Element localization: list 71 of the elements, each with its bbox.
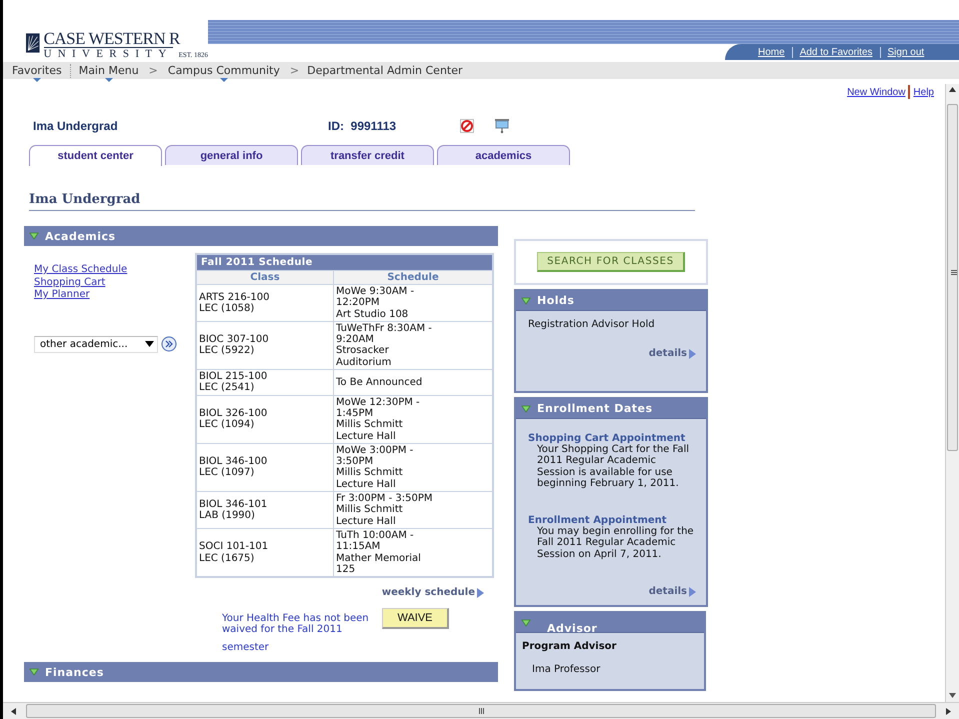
- header-link[interactable]: Home: [751, 46, 792, 58]
- scroll-right-icon: [946, 708, 951, 714]
- grip-icon: [951, 270, 957, 275]
- tab[interactable]: transfer credit: [301, 145, 434, 165]
- page-title: Ima Undergrad: [29, 192, 695, 211]
- tab[interactable]: academics: [437, 145, 570, 165]
- logo-subtitle: UNIVERSITY: [44, 47, 173, 60]
- breadcrumb-separator: >: [148, 64, 159, 77]
- table-cell: BIOL 215-100 LEC (2541): [196, 370, 334, 396]
- details-link[interactable]: details: [648, 586, 696, 598]
- table-cell: Fr 3:00PM - 3:50PM Millis Schmitt Lecture Hall: [334, 492, 493, 528]
- table-cell: BIOL 346-100 LEC (1097): [196, 443, 334, 492]
- pagelet-header[interactable]: Finances: [24, 662, 498, 682]
- health-fee-message: Your Health Fee has not been waived for the Fall 2011: [222, 613, 370, 636]
- dropdown-arrow-icon: [145, 341, 154, 347]
- health-fee-message: semester: [222, 642, 270, 654]
- column-header: Class: [196, 270, 334, 284]
- prohibited-icon[interactable]: [460, 119, 474, 133]
- appointment-text: You may begin enrolling for the Fall 2011 Regular Academic Session on April 7, 2011.: [537, 526, 695, 560]
- appointment-heading: Enrollment Appointment: [528, 515, 667, 526]
- nav-menu[interactable]: Main Menu: [76, 64, 141, 77]
- breadcrumb-separator: >: [288, 64, 300, 77]
- grip-icon: [478, 708, 484, 714]
- pagelet-header[interactable]: Academics: [24, 226, 498, 246]
- weekly-schedule-link[interactable]: weekly schedule: [382, 587, 484, 598]
- tab[interactable]: general info: [165, 145, 298, 165]
- column-header: Schedule: [334, 270, 493, 284]
- scroll-up-icon: [949, 87, 956, 92]
- details-link[interactable]: details: [648, 348, 696, 359]
- academics-link[interactable]: My Class Schedule: [34, 264, 195, 276]
- page-link[interactable]: Help: [913, 86, 934, 98]
- table-cell: MoWe 12:30PM - 1:45PM Millis Schmitt Lecture Hall: [334, 395, 493, 444]
- student-name: Ima Undergrad: [33, 119, 119, 133]
- table-cell: BIOL 346-101 LAB (1990): [196, 492, 334, 528]
- pagelet-header[interactable]: Advisor: [516, 613, 704, 634]
- scroll-down-icon: [949, 693, 956, 698]
- projector-screen-icon[interactable]: [494, 118, 510, 134]
- table-cell: MoWe 3:00PM - 3:50PM Millis Schmitt Lecture Hall: [334, 443, 493, 492]
- header-link[interactable]: Add to Favorites: [792, 46, 880, 58]
- breadcrumb-item[interactable]: Departmental Admin Center: [307, 64, 463, 77]
- dropdown-arrow-icon: [32, 78, 41, 82]
- academics-link[interactable]: Shopping Cart: [34, 276, 195, 289]
- table-cell: MoWe 9:30AM - 12:20PM Art Studio 108: [334, 284, 493, 322]
- header-link[interactable]: Sign out: [880, 46, 932, 58]
- tab[interactable]: student center: [29, 145, 162, 166]
- hold-item: Registration Advisor Hold: [528, 319, 656, 330]
- table-cell: ARTS 216-100 LEC (1058): [196, 284, 334, 322]
- appointment-heading: Shopping Cart Appointment: [528, 433, 686, 444]
- academics-dropdown[interactable]: other academic...: [34, 336, 158, 352]
- academics-link[interactable]: My Planner: [34, 289, 195, 302]
- advisor-name[interactable]: Ima Professor: [532, 664, 698, 676]
- pagelet-header[interactable]: Enrollment Dates: [516, 399, 706, 419]
- table-title: Fall 2011 Schedule: [196, 254, 493, 270]
- search-for-classes-button[interactable]: SEARCH FOR CLASSES: [537, 252, 685, 272]
- table-cell: BIOC 307-100 LEC (5922): [196, 321, 334, 370]
- logo-name: CASE WESTERN R: [44, 30, 182, 47]
- dropdown-arrow-icon: [220, 78, 228, 82]
- table-cell: BIOL 326-100 LEC (1094): [196, 395, 334, 444]
- vertical-scrollbar[interactable]: [945, 84, 959, 702]
- dropdown-arrow-icon: [104, 78, 113, 82]
- appointment-text: Your Shopping Cart for the Fall 2011 Regular Academic Session is available for use beginning February 1, 2011.: [537, 444, 690, 490]
- nav-menu[interactable]: Favorites: [10, 64, 64, 77]
- scroll-left-icon: [11, 708, 16, 714]
- go-icon[interactable]: [161, 336, 177, 352]
- page-link[interactable]: New Window: [847, 86, 906, 98]
- student-id: ID: 9991113: [328, 119, 398, 133]
- waive-button[interactable]: WAIVE: [382, 608, 449, 630]
- pagelet-header[interactable]: Holds: [516, 291, 706, 311]
- nav-menu[interactable]: Campus Community: [166, 64, 282, 77]
- advisor-role: Program Advisor: [522, 641, 618, 652]
- table-cell: TuWeThFr 8:30AM - 9:20AM Strosacker Auditorium: [334, 321, 493, 370]
